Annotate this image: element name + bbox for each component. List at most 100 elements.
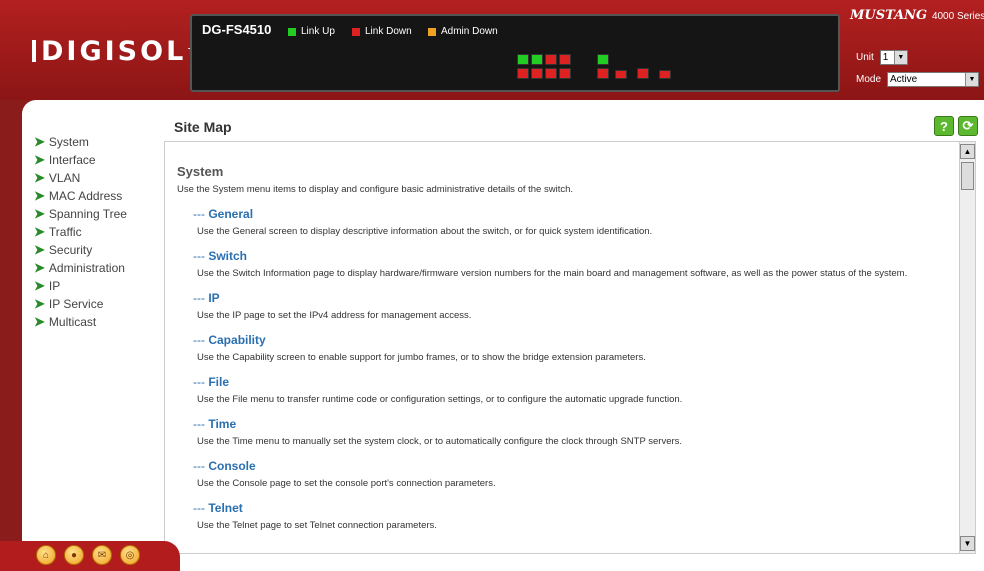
chevron-right-icon: ➤ — [34, 224, 45, 239]
entry-desc: Use the Switch Information page to displ… — [197, 268, 908, 279]
sitemap-link-console[interactable]: --- Console — [193, 459, 957, 473]
chevron-right-icon: ➤ — [34, 278, 45, 293]
port-3[interactable] — [531, 54, 543, 65]
port-4[interactable] — [531, 68, 543, 79]
link-prefix: --- — [193, 207, 205, 221]
sidebar-item-ip[interactable]: ➤ IP — [34, 277, 127, 295]
entry-desc: Use the General screen to display descri… — [197, 226, 653, 237]
home-icon[interactable]: ⌂ — [36, 545, 56, 565]
sidebar-item-administration[interactable]: ➤ Administration — [34, 259, 127, 277]
entry-desc: Use the Time menu to manually set the sy… — [197, 436, 683, 447]
sitemap-link-general[interactable]: --- General — [193, 207, 957, 221]
info-icon[interactable]: ● — [64, 545, 84, 565]
sidebar-item-label: System — [48, 135, 89, 149]
sitemap-link-switch[interactable]: --- Switch — [193, 249, 957, 263]
sidebar-item-security[interactable]: ➤ Security — [34, 241, 127, 259]
port-1[interactable] — [517, 54, 529, 65]
mode-label: Mode — [856, 74, 882, 85]
sidebar-item-system[interactable]: ➤ System — [34, 133, 127, 151]
sitemap-scrollbar[interactable]: ▲ ▼ — [959, 142, 975, 553]
unit-value: 1 — [882, 52, 889, 63]
sidebar-item-label: Administration — [48, 261, 125, 275]
link-prefix: --- — [193, 417, 205, 431]
scroll-thumb[interactable] — [961, 162, 974, 190]
section-desc: Use the System menu items to display and… — [177, 184, 574, 195]
unit-control: Unit 1 ▼ — [856, 50, 908, 65]
help-button[interactable]: ? — [934, 116, 954, 136]
port-11[interactable] — [615, 70, 627, 79]
sidebar-item-mac-address[interactable]: ➤ MAC Address — [34, 187, 127, 205]
sitemap-link-capability[interactable]: --- Capability — [193, 333, 957, 347]
device-panel: DG-FS4510 Link Up Link Down Admin Down — [190, 14, 840, 92]
main-content: Site Map ? ⟳ System Use the System menu … — [164, 107, 984, 571]
legend-label: Link Up — [301, 26, 335, 37]
web-icon[interactable]: ◎ — [120, 545, 140, 565]
link-prefix: --- — [193, 333, 205, 347]
port-7[interactable] — [559, 54, 571, 65]
sidebar-item-label: IP Service — [48, 297, 104, 311]
chevron-down-icon: ▼ — [965, 73, 979, 86]
sitemap-entry-telnet: --- Telnet Use the Telnet page to set Te… — [193, 501, 957, 533]
port-6[interactable] — [545, 68, 557, 79]
sidebar-item-ip-service[interactable]: ➤ IP Service — [34, 295, 127, 313]
sidebar: ➤ System ➤ Interface ➤ VLAN ➤ MAC Address ➤ S… — [22, 100, 150, 571]
legend-label: Link Down — [365, 26, 412, 37]
footer-tab — [0, 541, 180, 571]
sitemap-entry-file: --- File Use the File menu to transfer r… — [193, 375, 957, 407]
mail-icon[interactable]: ✉ — [92, 545, 112, 565]
refresh-button[interactable]: ⟳ — [958, 116, 978, 136]
link-title: Time — [208, 417, 237, 431]
chevron-right-icon: ➤ — [34, 188, 45, 203]
sitemap-link-telnet[interactable]: --- Telnet — [193, 501, 957, 515]
sidebar-item-label: Security — [48, 243, 93, 257]
unit-select[interactable]: 1 ▼ — [879, 50, 908, 65]
port-5[interactable] — [545, 54, 557, 65]
port-13[interactable] — [659, 70, 671, 79]
sidebar-item-label: Multicast — [48, 315, 97, 329]
sidebar-item-multicast[interactable]: ➤ Multicast — [34, 313, 127, 331]
legend-link-down: Link Down — [352, 26, 412, 37]
admin-down-swatch — [428, 27, 436, 36]
sitemap-link-ip[interactable]: --- IP — [193, 291, 957, 305]
chevron-right-icon: ➤ — [34, 206, 45, 221]
series-brand: MUSTANG 4000 Series Switch — [850, 8, 984, 23]
chevron-right-icon: ➤ — [34, 260, 45, 275]
port-8[interactable] — [559, 68, 571, 79]
sidebar-item-vlan[interactable]: ➤ VLAN — [34, 169, 127, 187]
sitemap: System Use the System menu items to disp… — [177, 164, 957, 533]
chevron-down-icon: ▼ — [893, 51, 907, 64]
sitemap-panel: System Use the System menu items to disp… — [164, 141, 976, 554]
scroll-up-button[interactable]: ▲ — [960, 144, 975, 159]
link-prefix: --- — [193, 501, 205, 515]
switch-ui-frame: DIGISOL TM DG-FS4510 Link Up Link Down A… — [0, 0, 984, 571]
link-title: Switch — [208, 249, 248, 263]
link-prefix: --- — [193, 375, 205, 389]
digisol-logo: DIGISOL TM — [32, 33, 200, 69]
sitemap-entry-general: --- General Use the General screen to di… — [193, 207, 957, 239]
section-title: System — [177, 164, 224, 179]
link-title: General — [208, 207, 254, 221]
port-12[interactable] — [637, 68, 649, 79]
sitemap-entry-capability: --- Capability Use the Capability screen… — [193, 333, 957, 365]
footer: ⌂ ● ✉ ◎ — [0, 531, 984, 571]
sitemap-link-file[interactable]: --- File — [193, 375, 957, 389]
legend-admin-down: Admin Down — [428, 26, 498, 37]
port-2[interactable] — [517, 68, 529, 79]
link-title: IP — [208, 291, 220, 305]
sidebar-item-traffic[interactable]: ➤ Traffic — [34, 223, 127, 241]
logo-mark — [32, 40, 36, 62]
body: ➤ System ➤ Interface ➤ VLAN ➤ MAC Address ➤ S… — [22, 100, 984, 571]
entry-desc: Use the File menu to transfer runtime co… — [197, 394, 683, 405]
mode-select[interactable]: Active ▼ — [887, 72, 980, 87]
logo-text: DIGISOL — [41, 35, 187, 67]
header: DIGISOL TM DG-FS4510 Link Up Link Down A… — [0, 0, 984, 100]
sidebar-item-label: Interface — [48, 153, 96, 167]
sitemap-entry-time: --- Time Use the Time menu to manually s… — [193, 417, 957, 449]
sidebar-item-spanning-tree[interactable]: ➤ Spanning Tree — [34, 205, 127, 223]
port-9[interactable] — [597, 54, 609, 65]
port-10[interactable] — [597, 68, 609, 79]
sitemap-entry-switch: --- Switch Use the Switch Information pa… — [193, 249, 957, 281]
sidebar-item-interface[interactable]: ➤ Interface — [34, 151, 127, 169]
sitemap-link-time[interactable]: --- Time — [193, 417, 957, 431]
entry-desc: Use the IP page to set the IPv4 address … — [197, 310, 472, 321]
